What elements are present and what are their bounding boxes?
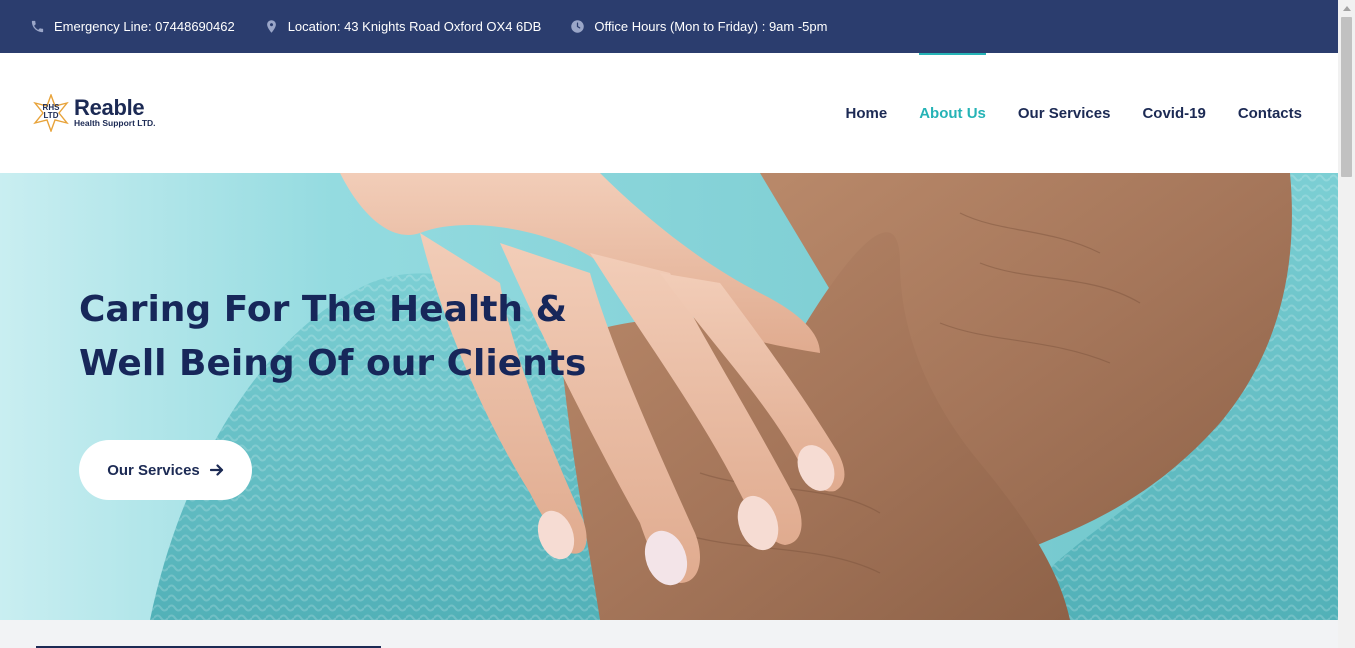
arrow-right-icon [209,464,223,476]
site-header: RHS LTD Reable Health Support LTD. Home A… [0,53,1338,173]
star-badge-icon: RHS LTD [32,94,70,132]
office-hours: Office Hours (Mon to Friday) : 9am -5pm [570,19,827,34]
location-info: Location: 43 Knights Road Oxford OX4 6DB [264,19,542,34]
scrollbar-thumb[interactable] [1341,17,1352,177]
main-nav: Home About Us Our Services Covid-19 Cont… [814,53,1302,173]
nav-item-home[interactable]: Home [846,53,888,173]
nav-item-about-us[interactable]: About Us [919,53,986,173]
clock-icon [571,20,585,33]
hours-text: Office Hours (Mon to Friday) : 9am -5pm [594,19,828,34]
logo-subtitle: Health Support LTD. [74,118,156,128]
hero-image [0,173,1338,620]
top-info-bar: Emergency Line: 07448690462 Location: 43… [0,0,1338,53]
logo-badge-text: RHS LTD [42,103,60,120]
page-scrollbar[interactable] [1338,0,1355,648]
scroll-up-arrow-icon[interactable] [1338,0,1355,17]
page: Emergency Line: 07448690462 Location: 43… [0,0,1338,648]
site-logo[interactable]: RHS LTD Reable Health Support LTD. [32,94,156,132]
nav-item-our-services[interactable]: Our Services [1018,53,1111,173]
hero-title: Caring For The Health & Well Being Of our… [79,289,587,384]
location-pin-icon [266,20,276,33]
nav-item-covid-19[interactable]: Covid-19 [1142,53,1205,173]
emergency-text: Emergency Line: 07448690462 [54,19,235,34]
phone-icon [31,20,44,33]
our-services-button-label: Our Services [107,461,200,479]
location-text: Location: 43 Knights Road Oxford OX4 6DB [287,19,542,34]
logo-text: Reable Health Support LTD. [74,95,156,129]
nav-item-contacts[interactable]: Contacts [1238,53,1302,173]
hero-banner: Caring For The Health & Well Being Of our… [0,173,1338,620]
logo-name: Reable [74,95,145,120]
our-services-button[interactable]: Our Services [79,440,252,500]
emergency-line[interactable]: Emergency Line: 07448690462 [30,19,235,34]
